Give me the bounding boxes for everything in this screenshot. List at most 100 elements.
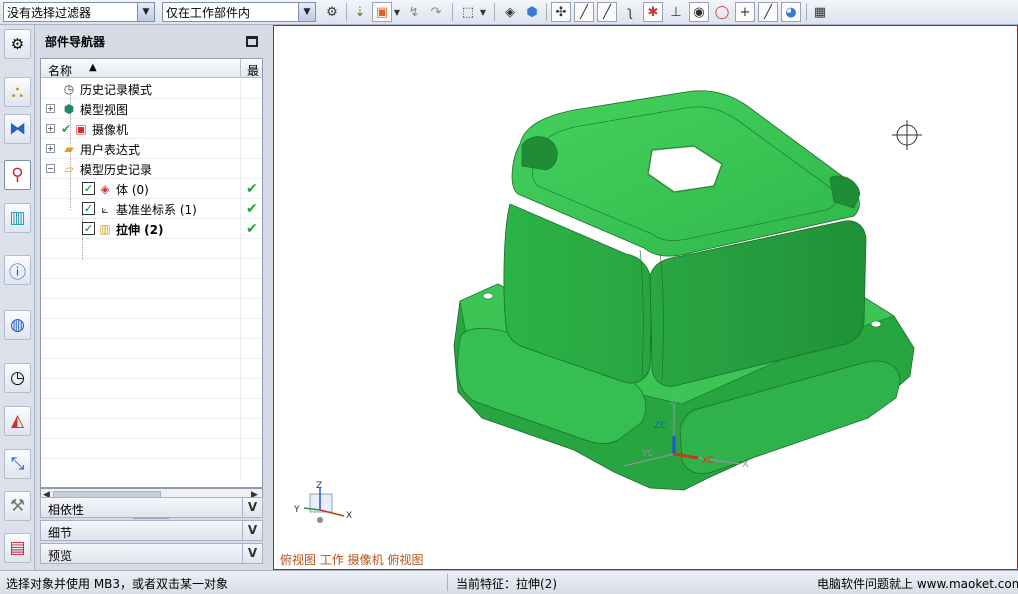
selection-scope-value: 仅在工作部件内 [166,5,251,20]
select-feature-icon[interactable]: ▣ [372,2,392,22]
up-to-date-check-icon: ✔ [246,221,258,237]
toolbar-separator [494,3,495,21]
roles-icon[interactable]: ⚒ [4,491,31,521]
tree-row-extrude[interactable]: ✓ ▥ 拉伸 (2) ✔ [41,219,262,239]
snap-midpoint-icon[interactable]: ╱ [574,2,594,22]
assembly-navigator-icon[interactable]: ⛬ [4,77,31,107]
chevron-down-icon[interactable]: ▼ [392,2,402,22]
row-label: 用户表达式 [80,143,141,157]
snap-endpoint-icon[interactable]: ✣ [551,2,571,22]
tree-row-history-mode[interactable]: ◷ 历史记录模式 [41,79,262,99]
graphics-window[interactable]: Z X ZC XC YC Z X Y 俯视图 工作 摄像机 俯视图 [273,25,1018,570]
extrude-icon: ▥ [99,222,111,236]
part-navigator-icon[interactable]: ⚲ [4,160,31,190]
info-icon[interactable]: ⓘ [4,255,31,285]
selection-scope-combo[interactable]: 仅在工作部件内 ▼ [162,2,316,22]
crosshair-cursor-icon [892,120,922,150]
snap-quadrant-icon[interactable]: ◯ [712,2,732,22]
folder-open-icon: ▱ [64,162,74,176]
visibility-checkbox[interactable]: ✓ [82,182,95,195]
tree-row-model-history[interactable]: − ▱ 模型历史记录 [41,159,262,179]
empty-row [41,339,262,359]
watermark-text: 电脑软件问题就上 www.maoket.com [817,577,1018,591]
column-divider [240,119,241,139]
column-divider[interactable] [240,59,241,78]
select-chain-icon[interactable]: ↷ [426,2,446,22]
tree-row-datum-csys[interactable]: ✓ ⟀ 基准坐标系 (1) ✔ [41,199,262,219]
status-divider [447,574,448,591]
empty-row [41,279,262,299]
panel-dependencies[interactable]: 相依性 V [40,497,263,518]
collapse-icon[interactable]: − [46,164,55,173]
panel-preview[interactable]: 预览 V [40,543,263,564]
triad-x-label: X [346,511,352,521]
maximize-icon[interactable] [246,36,258,47]
extruded-part-model[interactable] [453,90,915,491]
rectangle-select-icon[interactable]: ⬚ [458,2,478,22]
csys-zc-label: ZC [654,421,666,431]
viewport-canvas[interactable]: Z X ZC XC YC Z X Y [274,26,1017,569]
body-icon: ◈ [100,182,110,196]
snap-bounded-grid-icon[interactable]: ◕ [781,2,801,22]
tree-row-model-views[interactable]: + ⬢ 模型视图 [41,99,262,119]
csys-yc-label: YC [641,449,653,459]
tree-header: 名称 ▲ 最 [41,59,262,78]
snap-control-point-icon[interactable]: ╱ [597,2,617,22]
column-header-last-modified[interactable]: 最 [247,62,259,79]
tree-row-cameras[interactable]: + ✔ ▣ 摄像机 [41,119,262,139]
panel-label: 细节 [48,526,73,540]
process-studio-icon[interactable]: ⤡ [4,449,31,479]
deselect-icon[interactable]: ↯ [404,2,424,22]
gear-icon[interactable]: ⚙ [4,29,31,59]
empty-row [41,239,262,259]
visibility-checkbox[interactable]: ✓ [82,202,95,215]
sort-ascending-icon: ▲ [89,62,97,73]
row-label: 摄像机 [92,123,129,137]
snap-point-on-surface-icon[interactable]: ╱ [758,2,778,22]
csys-z-label: Z [670,396,677,407]
snap-select-icon[interactable]: ⇣ [350,2,370,22]
view-triad[interactable]: Z X Y [293,481,352,523]
select-body-icon[interactable]: ◈ [500,2,520,22]
part-navigator: 部件导航器 名称 ▲ 最 ◷ 历史记录模式 + ⬢ 模型视图 + ✔ ▣ 摄像机… [35,25,272,570]
row-label: 模型历史记录 [80,163,153,177]
history-icon[interactable]: ◷ [4,363,31,393]
tree-row-body[interactable]: ✓ ◈ 体 (0) ✔ [41,179,262,199]
select-solid-icon[interactable]: ⬢ [522,2,542,22]
expand-icon[interactable]: + [46,104,55,113]
csys-x-label: X [742,459,749,470]
grid-icon[interactable]: ▦ [810,2,830,22]
chevron-down-icon[interactable]: ▼ [137,3,154,21]
system-scenes-icon[interactable]: ▤ [4,533,31,563]
snap-curve-icon[interactable]: ʅ [620,2,640,22]
web-browser-icon[interactable]: ◍ [4,310,31,340]
cue-line: 选择对象并使用 MB3，或者双击某一对象 [6,577,229,591]
reuse-library-icon[interactable]: ▥ [4,203,31,233]
visibility-checkbox[interactable]: ✓ [82,222,95,235]
datum-csys-icon: ⟀ [101,202,109,216]
snap-intersection-icon[interactable]: ✱ [643,2,663,22]
tree-row-user-expressions[interactable]: + ▰ 用户表达式 [41,139,262,159]
empty-row [41,459,262,487]
column-header-name[interactable]: 名称 [48,62,72,79]
expand-icon[interactable]: + [46,144,55,153]
snap-point-on-curve-icon[interactable]: + [735,2,755,22]
row-label: 基准坐标系 (1) [116,203,197,217]
panel-details[interactable]: 细节 V [40,520,263,541]
chevron-down-icon[interactable]: ▼ [298,3,315,21]
type-filter-combo[interactable]: 没有选择过滤器 ▼ [3,2,155,22]
visualization-icon[interactable]: ◭ [4,406,31,436]
triad-z-label: Z [316,481,322,491]
toolbar-separator [806,3,807,21]
assembly-filter-icon[interactable]: ⚙ [322,2,342,22]
chevron-down-icon[interactable]: V [242,498,262,517]
constraint-navigator-icon[interactable]: ⧓ [4,114,31,144]
chevron-down-icon[interactable]: V [242,521,262,540]
chevron-down-icon[interactable]: V [242,544,262,563]
snap-arc-center-icon[interactable]: ◉ [689,2,709,22]
chevron-down-icon[interactable]: ▼ [478,2,488,22]
triad-y-label: Y [293,505,300,515]
snap-existing-point-icon[interactable]: ⊥ [666,2,686,22]
panel-label: 相依性 [48,503,85,517]
expand-icon[interactable]: + [46,124,55,133]
